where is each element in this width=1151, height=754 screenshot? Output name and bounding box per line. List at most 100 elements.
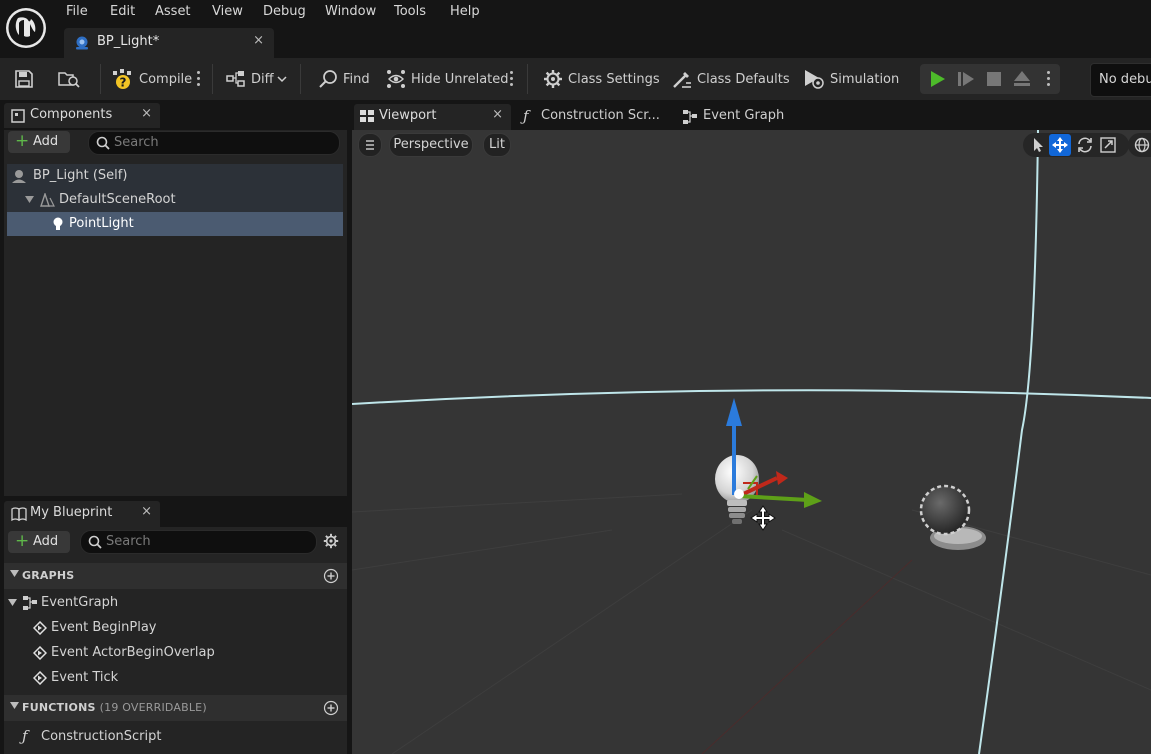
world-space-toggle[interactable] <box>1128 133 1151 157</box>
simulation-button[interactable]: Simulation <box>803 58 899 100</box>
tab-my-blueprint[interactable]: My Blueprint × <box>4 501 160 527</box>
scale-tool-button[interactable] <box>1097 134 1119 156</box>
level-viewport[interactable] <box>352 130 1151 754</box>
move-cursor-icon <box>750 505 776 531</box>
viewport-scene[interactable] <box>352 130 1151 754</box>
event-graph-item[interactable]: EventGraph <box>4 591 347 615</box>
menu-window[interactable]: Window <box>325 3 376 21</box>
event-item[interactable]: Event ActorBeginOverlap <box>4 641 347 665</box>
toolbar-separator <box>212 64 213 94</box>
rotate-tool-button[interactable] <box>1074 134 1096 156</box>
play-icon[interactable] <box>929 70 947 88</box>
close-icon[interactable]: × <box>253 33 264 48</box>
event-graph-tab-label: Event Graph <box>703 108 785 123</box>
class-defaults-icon <box>672 69 692 89</box>
tree-item-label: PointLight <box>69 216 134 231</box>
compile-options-kebab[interactable] <box>197 71 201 87</box>
menu-edit[interactable]: Edit <box>110 3 135 21</box>
tab-viewport[interactable]: Viewport × <box>354 104 511 130</box>
event-label: Event Tick <box>51 670 119 685</box>
svg-text:?: ? <box>120 76 127 90</box>
menu-view[interactable]: View <box>212 3 243 21</box>
tree-item-self[interactable]: BP_Light (Self) <box>7 164 343 188</box>
add-component-button[interactable]: + Add <box>8 131 70 153</box>
tab-construction-script[interactable]: ƒ Construction Scr... <box>518 104 668 130</box>
event-item[interactable]: Event BeginPlay <box>4 616 347 640</box>
tree-item-default-scene-root[interactable]: DefaultSceneRoot <box>7 188 343 212</box>
diff-button[interactable]: Diff <box>226 58 287 100</box>
play-controls <box>920 64 1060 94</box>
event-diamond-icon <box>33 621 47 635</box>
add-component-label: Add <box>33 134 59 149</box>
lit-dropdown[interactable]: Lit <box>483 133 511 157</box>
event-label: Event BeginPlay <box>51 620 157 635</box>
editor-tab-strip: Viewport × ƒ Construction Scr... Event G… <box>352 100 1151 130</box>
graphs-header-label: GRAPHS <box>22 569 75 582</box>
menu-help[interactable]: Help <box>450 3 480 21</box>
tab-event-graph[interactable]: Event Graph <box>678 104 808 130</box>
menu-bar: File Edit Asset View Debug Window Tools … <box>0 0 1151 58</box>
advance-frame-icon[interactable] <box>957 70 975 88</box>
play-options-kebab[interactable] <box>1047 71 1051 87</box>
tree-item-point-light[interactable]: PointLight <box>7 212 343 236</box>
asset-tab-bp-light[interactable]: BP_Light* × <box>64 28 274 58</box>
add-graph-icon[interactable] <box>323 568 339 584</box>
graphs-section-header[interactable]: GRAPHS <box>4 563 347 589</box>
tree-item-label: BP_Light (Self) <box>33 168 128 183</box>
hide-unrelated-options-kebab[interactable] <box>510 71 514 87</box>
viewport-options-button[interactable] <box>358 133 382 157</box>
stop-icon[interactable] <box>986 71 1002 87</box>
class-settings-button[interactable]: Class Settings <box>543 58 660 100</box>
transform-tools <box>1023 133 1129 157</box>
select-tool-button[interactable] <box>1026 134 1048 156</box>
functions-section-header[interactable]: FUNCTIONS (19 OVERRIDABLE) <box>4 695 347 721</box>
move-icon <box>1049 134 1071 156</box>
debug-filter-value: No debug <box>1099 72 1151 87</box>
compile-label: Compile <box>139 71 193 87</box>
hide-unrelated-button[interactable]: Hide Unrelated <box>386 58 509 100</box>
add-function-icon[interactable] <box>323 700 339 716</box>
menu-file[interactable]: File <box>66 3 88 21</box>
unreal-engine-logo[interactable] <box>4 6 48 50</box>
my-blueprint-search-input[interactable] <box>106 532 307 550</box>
gear-icon[interactable] <box>323 533 339 549</box>
find-label: Find <box>343 71 370 87</box>
save-button[interactable] <box>14 58 34 100</box>
functions-header-label: FUNCTIONS <box>22 701 96 714</box>
caret-down-icon <box>10 702 19 709</box>
menu-debug[interactable]: Debug <box>263 3 306 21</box>
debug-filter-dropdown[interactable]: No debug <box>1090 63 1151 97</box>
event-graph-label: EventGraph <box>41 595 119 610</box>
browse-button[interactable] <box>58 58 80 100</box>
toolbar-separator <box>527 64 528 94</box>
add-member-button[interactable]: + Add <box>8 531 70 553</box>
caret-down-icon[interactable] <box>25 196 34 203</box>
components-tab-label: Components <box>30 107 113 122</box>
simulation-icon <box>803 68 825 90</box>
hamburger-icon <box>359 137 381 153</box>
compile-button[interactable]: ? Compile <box>112 58 192 100</box>
find-button[interactable]: Find <box>318 58 370 100</box>
pointer-icon <box>1026 134 1048 156</box>
caret-down-icon[interactable] <box>8 599 17 606</box>
translate-gizmo <box>726 398 822 508</box>
close-icon[interactable]: × <box>141 106 152 121</box>
close-icon[interactable]: × <box>141 504 152 519</box>
light-bulb-icon <box>52 216 64 232</box>
construction-script-item[interactable]: ƒ ConstructionScript <box>4 725 347 749</box>
eject-icon[interactable] <box>1013 70 1031 88</box>
menu-tools[interactable]: Tools <box>394 3 426 21</box>
event-item[interactable]: Event Tick <box>4 666 347 690</box>
class-defaults-button[interactable]: Class Defaults <box>672 58 790 100</box>
tab-components[interactable]: Components × <box>4 103 160 128</box>
tree-item-label: DefaultSceneRoot <box>59 192 176 207</box>
menu-asset[interactable]: Asset <box>155 3 191 21</box>
components-search-input[interactable] <box>114 133 330 151</box>
close-icon[interactable]: × <box>492 107 503 122</box>
find-icon <box>318 69 338 89</box>
event-graph-icon <box>682 109 698 125</box>
construction-script-label: ConstructionScript <box>41 729 162 744</box>
perspective-dropdown[interactable]: Perspective <box>389 133 473 157</box>
translate-tool-button[interactable] <box>1049 134 1071 156</box>
simulation-label: Simulation <box>830 71 900 87</box>
